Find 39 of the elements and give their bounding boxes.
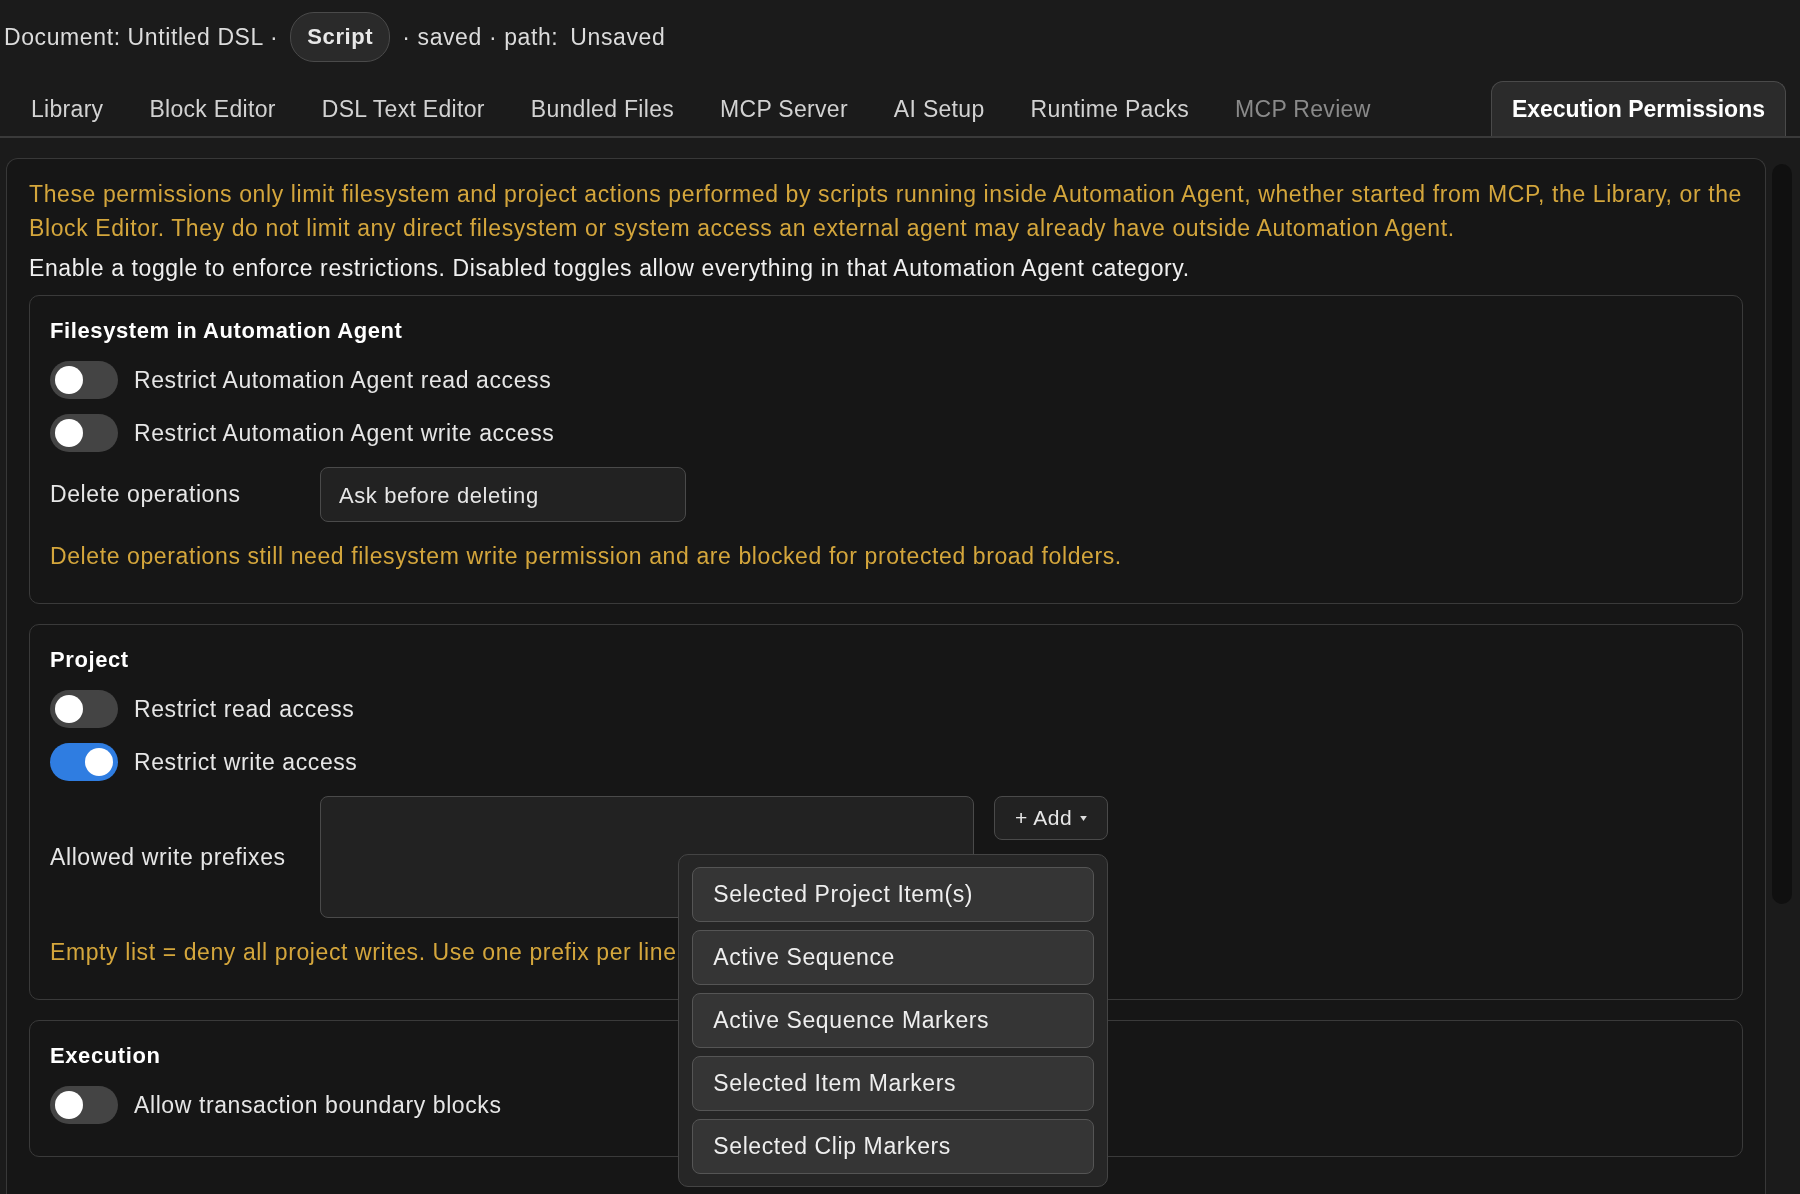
- section-title: Project: [50, 646, 130, 674]
- toggle-switch[interactable]: [50, 1086, 118, 1124]
- menu-item[interactable]: Selected Item Markers: [692, 1056, 1095, 1111]
- toggle-switch[interactable]: [50, 414, 118, 452]
- note-text: Empty list = deny all project writes. Use one prefix per line: [50, 938, 677, 967]
- tab[interactable]: DSL Text Editor: [300, 81, 506, 136]
- tab[interactable]: AI Setup: [872, 81, 1006, 136]
- document-title: Document: Untitled DSL ·: [4, 23, 279, 51]
- tab[interactable]: Library: [10, 81, 125, 136]
- warning-text: These permissions only limit filesystem and project actions performed by scripts running inside Automation Agent, whether started from MCP, the Library, or the Block Editor. They do not limit any direct filesystem or system access an external agent may already have outside Automation Agent.: [29, 180, 1743, 243]
- toggle-label: Allow transaction boundary blocks: [134, 1091, 502, 1119]
- menu-item[interactable]: Active Sequence Markers: [692, 993, 1095, 1048]
- field-label: Allowed write prefixes: [50, 843, 287, 871]
- section-title: Execution: [50, 1042, 162, 1070]
- toggle-label: Restrict Automation Agent read access: [134, 366, 552, 394]
- toggle-switch[interactable]: [50, 361, 118, 399]
- note-text: Delete operations still need filesystem write permission and are blocked for protected broad folders.: [50, 542, 1122, 571]
- hint-text: Enable a toggle to enforce restrictions. Disabled toggles allow everything in that Automation Agent category.: [29, 254, 1191, 283]
- tab[interactable]: Bundled Files: [509, 81, 696, 136]
- select-field[interactable]: Ask before deleting: [320, 467, 686, 522]
- field-label: Delete operations: [50, 481, 242, 508]
- add-button[interactable]: + Add: [994, 796, 1109, 840]
- menu-item[interactable]: Selected Project Item(s): [692, 867, 1095, 922]
- tab[interactable]: Runtime Packs: [1009, 81, 1211, 136]
- tab[interactable]: Execution Permissions: [1490, 81, 1786, 136]
- toggle-switch[interactable]: [50, 743, 118, 781]
- menu-item[interactable]: Selected Clip Markers: [692, 1119, 1095, 1174]
- toggle-label: Restrict read access: [134, 695, 355, 723]
- section-title: Filesystem in Automation Agent: [50, 317, 404, 345]
- script-type-badge: Script: [290, 12, 391, 62]
- caret-icon: [1080, 815, 1088, 821]
- tab[interactable]: MCP Server: [699, 81, 869, 136]
- menu-item[interactable]: Active Sequence: [692, 930, 1095, 985]
- toggle-label: Restrict Automation Agent write access: [134, 419, 555, 447]
- toggle-switch[interactable]: [50, 690, 118, 728]
- tab[interactable]: Block Editor: [128, 81, 297, 136]
- toggle-label: Restrict write access: [134, 748, 358, 776]
- document-path: Unsaved: [570, 23, 666, 51]
- save-status: · saved · path:: [402, 23, 559, 51]
